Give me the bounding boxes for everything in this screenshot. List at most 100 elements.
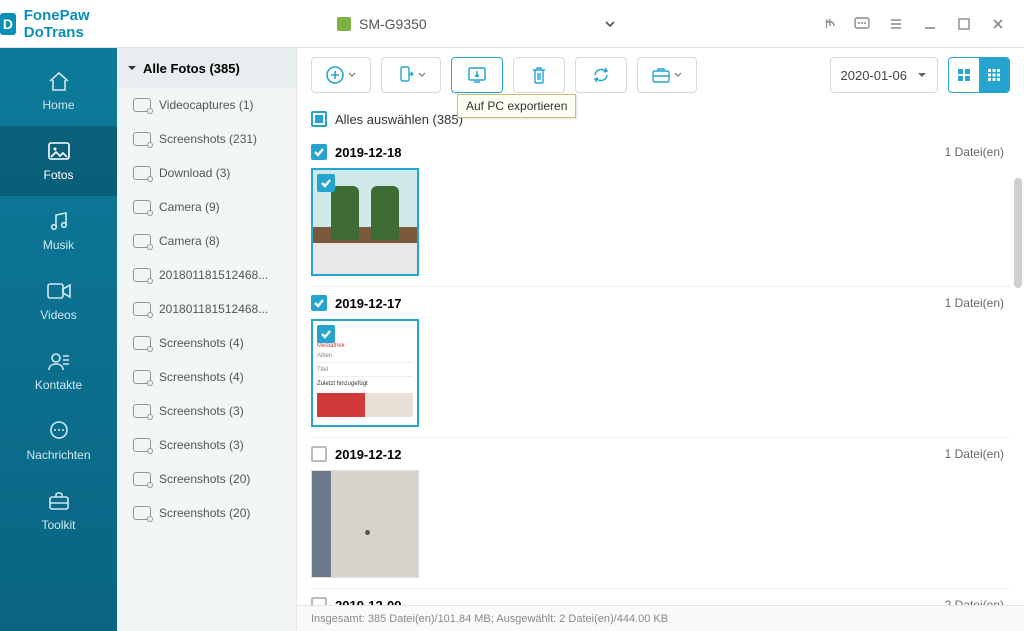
thumb-text: Zuletzt hinzugefügt <box>317 381 413 387</box>
folder-item[interactable]: Screenshots (3) <box>117 394 296 428</box>
folder-item[interactable]: Screenshots (4) <box>117 360 296 394</box>
export-device-button[interactable] <box>381 57 441 93</box>
group-checkbox[interactable] <box>311 446 327 462</box>
folder-label: Screenshots (4) <box>159 370 244 384</box>
folder-label: Screenshots (231) <box>159 132 257 146</box>
folder-label: Camera (9) <box>159 200 220 214</box>
folder-item[interactable]: Screenshots (231) <box>117 122 296 156</box>
group-checkbox[interactable] <box>311 597 327 605</box>
toolbox-button[interactable] <box>637 57 697 93</box>
photo-thumbnail[interactable]: Mediathek Alben Titel Zuletzt hinzugefüg… <box>311 319 419 427</box>
nav-label: Toolkit <box>41 518 75 532</box>
nav-label: Kontakte <box>35 378 82 392</box>
folders-header[interactable]: Alle Fotos (385) <box>117 48 296 88</box>
app-title: FonePaw DoTrans <box>24 7 117 41</box>
folder-label: Screenshots (4) <box>159 336 244 350</box>
menu-icon[interactable] <box>888 16 904 32</box>
group-checkbox[interactable] <box>311 295 327 311</box>
folder-item[interactable]: Videocaptures (1) <box>117 88 296 122</box>
thumb-checkbox[interactable] <box>317 325 335 343</box>
folder-icon <box>133 472 151 486</box>
delete-button[interactable] <box>513 57 565 93</box>
folder-item[interactable]: Screenshots (3) <box>117 428 296 462</box>
nav-label: Nachrichten <box>26 448 90 462</box>
group-date: 2019-12-09 <box>335 598 402 606</box>
group-header[interactable]: 2019-12-18 1 Datei(en) <box>311 136 1010 168</box>
folder-icon <box>133 268 151 282</box>
group-header[interactable]: 2019-12-17 1 Datei(en) <box>311 286 1010 319</box>
view-toggle <box>948 57 1010 93</box>
refresh-button[interactable] <box>575 57 627 93</box>
group-count: 1 Datei(en) <box>945 296 1010 310</box>
feedback-icon[interactable] <box>854 16 870 32</box>
folder-item[interactable]: Screenshots (20) <box>117 496 296 530</box>
group-date: 2019-12-18 <box>335 145 402 160</box>
select-all-row[interactable]: Alles auswählen (385) <box>297 102 1024 136</box>
nav-fotos[interactable]: Fotos <box>0 126 117 196</box>
export-pc-button[interactable] <box>451 57 503 93</box>
view-small-grid[interactable] <box>979 58 1009 92</box>
folder-label: Screenshots (20) <box>159 506 250 520</box>
toolbar: 2020-01-06 Auf PC exportieren <box>297 48 1024 102</box>
folder-label: Screenshots (3) <box>159 404 244 418</box>
chevron-down-icon <box>917 70 927 80</box>
nav-home[interactable]: Home <box>0 56 117 126</box>
folder-icon <box>133 98 151 112</box>
nav-label: Musik <box>43 238 74 252</box>
group-header[interactable]: 2019-12-12 1 Datei(en) <box>311 437 1010 470</box>
maximize-button[interactable] <box>956 16 972 32</box>
group-date: 2019-12-12 <box>335 447 402 462</box>
thumb-text: Mediathek <box>317 343 413 349</box>
folder-item[interactable]: Camera (9) <box>117 190 296 224</box>
group-count: 1 Datei(en) <box>945 447 1010 461</box>
select-all-label: Alles auswählen (385) <box>335 112 463 127</box>
nav-kontakte[interactable]: Kontakte <box>0 336 117 406</box>
android-icon <box>337 17 351 31</box>
main-pane: 2020-01-06 Auf PC exportieren Alles ausw… <box>297 48 1024 631</box>
photo-thumbnail[interactable] <box>311 470 419 578</box>
device-name: SM-G9350 <box>359 16 427 32</box>
folder-item[interactable]: 201801181512468... <box>117 292 296 326</box>
folder-icon <box>133 302 151 316</box>
window-controls: f <box>820 16 1024 32</box>
folder-icon <box>133 370 151 384</box>
minimize-button[interactable] <box>922 16 938 32</box>
nav-label: Fotos <box>43 168 73 182</box>
folder-label: Videocaptures (1) <box>159 98 254 112</box>
group-checkbox[interactable] <box>311 144 327 160</box>
folder-item[interactable]: 201801181512468... <box>117 258 296 292</box>
nav-nachrichten[interactable]: Nachrichten <box>0 406 117 476</box>
share-icon[interactable]: f <box>820 16 836 32</box>
nav-label: Videos <box>40 308 76 322</box>
logo-icon: D <box>0 13 16 35</box>
messages-icon <box>46 420 72 442</box>
folder-item[interactable]: Screenshots (4) <box>117 326 296 360</box>
thumb-checkbox[interactable] <box>317 174 335 192</box>
chevron-down-icon <box>603 17 617 31</box>
group-date: 2019-12-17 <box>335 296 402 311</box>
home-icon <box>46 70 72 92</box>
date-selector[interactable]: 2020-01-06 <box>830 57 939 93</box>
group-header[interactable]: 2019-12-09 2 Datei(en) <box>311 588 1010 605</box>
folder-label: Screenshots (20) <box>159 472 250 486</box>
select-all-checkbox[interactable] <box>311 111 327 127</box>
contacts-icon <box>46 350 72 372</box>
nav-videos[interactable]: Videos <box>0 266 117 336</box>
photo-groups[interactable]: 2019-12-18 1 Datei(en) 2019-12-17 1 Date… <box>297 136 1024 605</box>
close-button[interactable] <box>990 16 1006 32</box>
nav-toolkit[interactable]: Toolkit <box>0 476 117 546</box>
device-selector[interactable]: SM-G9350 <box>327 8 627 40</box>
view-large-grid[interactable] <box>949 58 979 92</box>
folder-item[interactable]: Camera (8) <box>117 224 296 258</box>
nav-label: Home <box>42 98 74 112</box>
photo-thumbnail[interactable] <box>311 168 419 276</box>
title-bar: D FonePaw DoTrans SM-G9350 f <box>0 0 1024 48</box>
nav-musik[interactable]: Musik <box>0 196 117 266</box>
music-icon <box>46 210 72 232</box>
folder-icon <box>133 234 151 248</box>
folder-icon <box>133 336 151 350</box>
scrollbar[interactable] <box>1014 178 1022 288</box>
add-button[interactable] <box>311 57 371 93</box>
folder-item[interactable]: Download (3) <box>117 156 296 190</box>
folder-item[interactable]: Screenshots (20) <box>117 462 296 496</box>
